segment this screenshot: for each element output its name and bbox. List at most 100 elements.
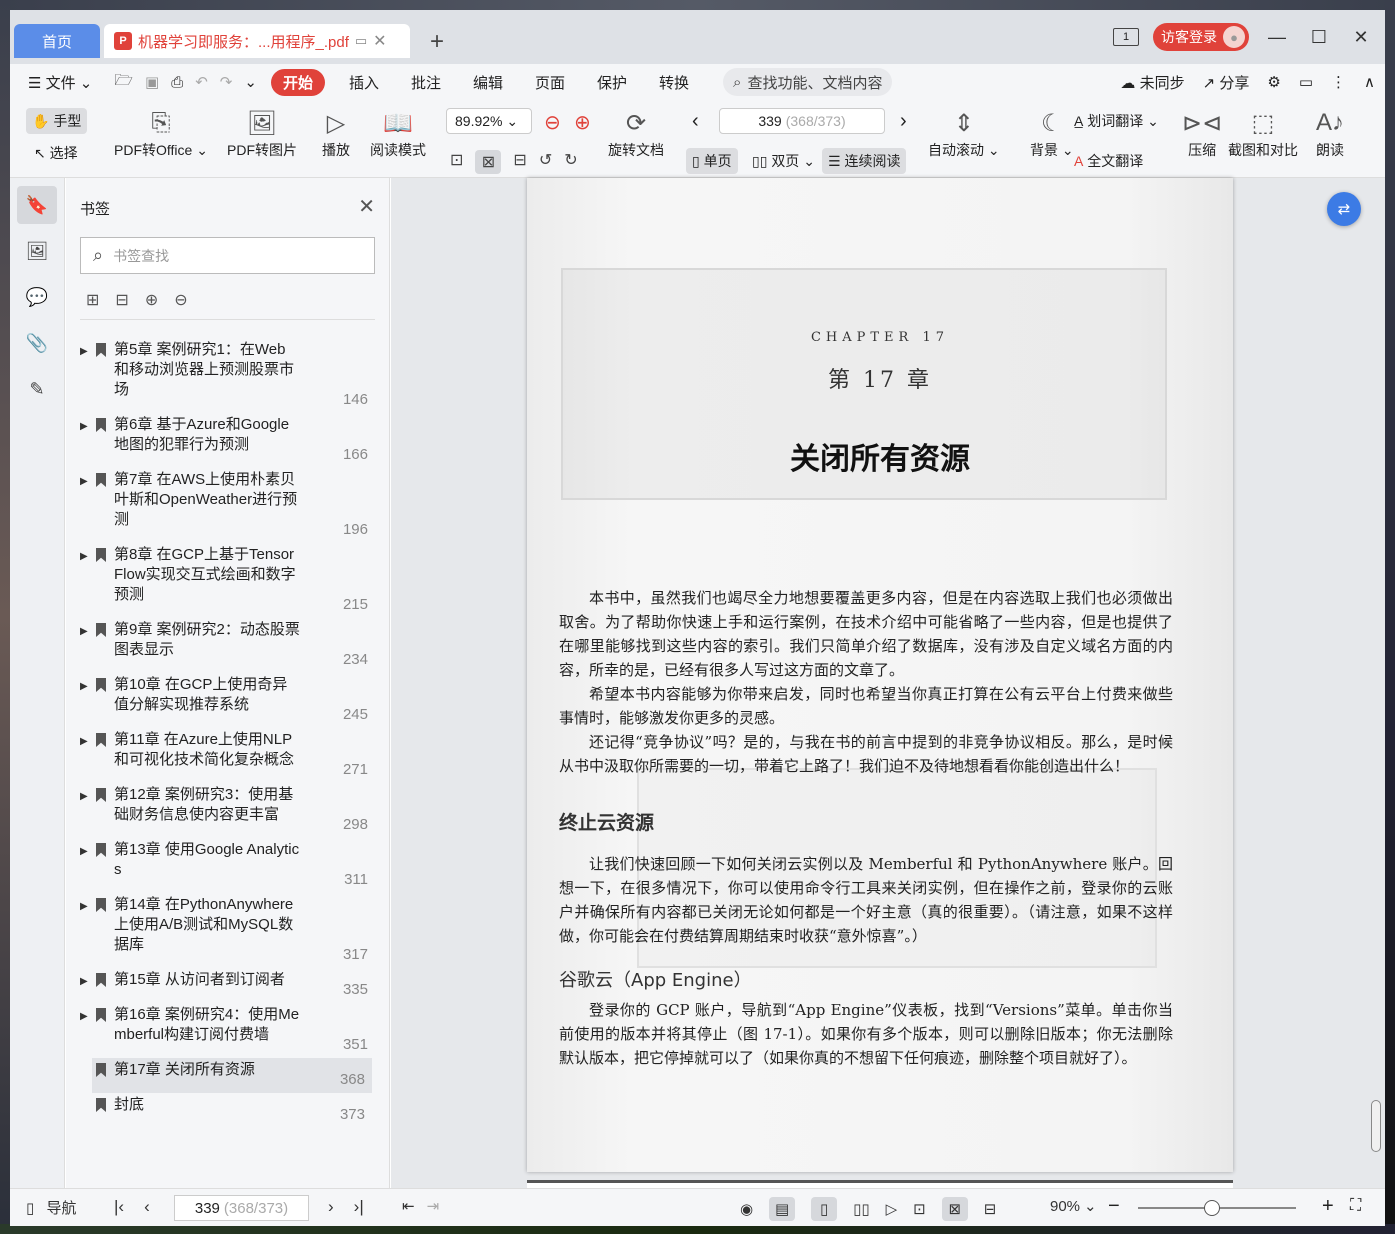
full-translate-button[interactable]: A 全文翻译 <box>1068 148 1149 174</box>
thumbnail-icon[interactable]: 🖼 <box>17 232 57 270</box>
expand-arrow-icon[interactable]: ▶ <box>80 342 92 409</box>
read-mode-button[interactable]: 📖 阅读模式 <box>370 106 426 160</box>
tab-home[interactable]: 首页 <box>14 24 100 58</box>
comment-icon[interactable]: ▭ <box>1299 73 1313 91</box>
signature-icon[interactable]: ✎ <box>17 370 57 408</box>
bookmark-icon[interactable]: 🔖 <box>17 186 57 224</box>
read-aloud-button[interactable]: A♪ 朗读 <box>1316 106 1344 160</box>
bookmark-item[interactable]: ▶ 第6章 基于Azure和Google地图的犯罪行为预测 166 <box>80 413 375 468</box>
zoom-out-icon[interactable]: − <box>1108 1195 1120 1218</box>
delete-bookmark-icon[interactable]: ⊖ <box>174 290 187 310</box>
navigation-toggle[interactable]: ▯ 导航 <box>26 1197 76 1218</box>
zoom-out-icon[interactable]: ⊖ <box>544 110 561 135</box>
document-scrollbar[interactable] <box>1369 178 1383 1188</box>
bookmark-item[interactable]: ▶ 第7章 在AWS上使用朴素贝叶斯和OpenWeather进行预测 196 <box>80 468 375 543</box>
attachment-icon[interactable]: 📎 <box>17 324 57 362</box>
settings-icon[interactable]: ⚙ <box>1267 73 1280 91</box>
word-translate-button[interactable]: A̲ 划词翻译 ⌄ <box>1068 108 1165 134</box>
menu-start[interactable]: 开始 <box>270 68 325 96</box>
menu-convert[interactable]: 转换 <box>643 72 705 93</box>
bookmark-item[interactable]: ▶ 第11章 在Azure上使用NLP和可视化技术简化复杂概念 271 <box>80 728 375 783</box>
zoom-in-icon[interactable]: + <box>1322 1195 1334 1218</box>
back-icon[interactable]: ⇤ <box>402 1197 415 1215</box>
expand-arrow-icon[interactable]: ▶ <box>80 972 92 999</box>
menu-edit[interactable]: 编辑 <box>457 72 519 93</box>
status-page-input[interactable]: 339 (368/373) <box>174 1195 309 1221</box>
bookmark-item[interactable]: ▶ 第8章 在GCP上基于TensorFlow实现交互式绘画和数字预测 215 <box>80 543 375 618</box>
close-tab-icon[interactable]: ✕ <box>373 31 386 51</box>
close-window-icon[interactable]: ✕ <box>1347 27 1375 48</box>
bookmark-item[interactable]: ▶ 第14章 在PythonAnywhere上使用A/B测试和MySQL数据库 31… <box>80 893 375 968</box>
actual-size-icon[interactable]: ⊡ <box>450 150 463 174</box>
bookmark-item[interactable]: 封底 373 <box>92 1093 372 1128</box>
double-page-button[interactable]: ▯▯ 双页 ⌄ <box>746 148 821 174</box>
maximize-icon[interactable]: ☐ <box>1305 27 1333 48</box>
zoom-slider-knob[interactable] <box>1204 1200 1220 1216</box>
bookmark-item[interactable]: ▶ 第12章 案例研究3：使用基础财务信息使内容更丰富 298 <box>80 783 375 838</box>
bookmark-item[interactable]: ▶ 第5章 案例研究1：在Web和移动浏览器上预测股票市场 146 <box>80 338 375 413</box>
share-button[interactable]: ↗ 分享 <box>1203 72 1250 93</box>
add-bookmark-icon[interactable]: ⊕ <box>145 290 158 310</box>
next-page-icon[interactable]: › <box>328 1197 334 1217</box>
fit-page-icon[interactable]: ⊠ <box>941 1197 968 1221</box>
document-viewer[interactable]: CHAPTER 17 第 17 章 关闭所有资源 本书中，虽然我们也竭尽全力地想… <box>391 178 1385 1190</box>
expand-arrow-icon[interactable]: ▶ <box>80 677 92 724</box>
open-icon[interactable]: 🗁 <box>108 70 139 95</box>
file-menu[interactable]: ☰ 文件 ⌄ <box>10 72 108 93</box>
minimize-icon[interactable]: — <box>1263 27 1291 48</box>
close-icon[interactable]: ✕ <box>358 194 375 219</box>
status-zoom-select[interactable]: 90% ⌄ <box>1050 1197 1097 1216</box>
auto-scroll-button[interactable]: ⇕ 自动滚动 ⌄ <box>928 106 1000 160</box>
fullscreen-icon[interactable]: ⛶ <box>1350 1197 1361 1215</box>
menu-page[interactable]: 页面 <box>519 72 581 93</box>
guest-login-button[interactable]: 访客登录 ● <box>1153 23 1249 51</box>
menu-annotate[interactable]: 批注 <box>395 72 457 93</box>
compress-button[interactable]: ⊳⊲ 压缩 <box>1182 106 1222 160</box>
page-count-icon[interactable]: 1 <box>1113 28 1139 46</box>
play-icon[interactable]: ▷ <box>886 1200 898 1218</box>
select-tool[interactable]: ↖ 选择 <box>28 140 84 166</box>
expand-arrow-icon[interactable]: ▶ <box>80 547 92 614</box>
collapse-all-icon[interactable]: ⊟ <box>115 290 128 310</box>
expand-arrow-icon[interactable]: ▶ <box>80 732 92 779</box>
page-view-icon[interactable]: ▯ <box>811 1197 838 1221</box>
redo-icon[interactable]: ↷ <box>214 73 239 91</box>
bookmark-item[interactable]: ▶ 第9章 案例研究2：动态股票图表显示 234 <box>80 618 375 673</box>
actual-size-icon[interactable]: ⊡ <box>913 1200 926 1218</box>
rotate-document-button[interactable]: ⟳ 旋转文档 <box>608 106 664 160</box>
fit-width-icon[interactable]: ⊟ <box>984 1200 997 1218</box>
expand-arrow-icon[interactable]: ▶ <box>80 842 92 889</box>
scroll-thumb[interactable] <box>1371 1100 1381 1152</box>
last-page-icon[interactable]: ›| <box>354 1197 364 1217</box>
continuous-read-button[interactable]: ☰ 连续阅读 <box>822 148 907 174</box>
expand-arrow-icon[interactable]: ▶ <box>80 897 92 964</box>
expand-arrow-icon[interactable]: ▶ <box>80 787 92 834</box>
zoom-select[interactable]: 89.92% ⌄ <box>446 108 532 134</box>
menu-protect[interactable]: 保护 <box>581 72 643 93</box>
expand-all-icon[interactable]: ⊞ <box>86 290 99 310</box>
bookmark-item[interactable]: ▶ 第15章 从访问者到订阅者 335 <box>80 968 375 1003</box>
bookmark-item[interactable]: ▶ 第10章 在GCP上使用奇异值分解实现推荐系统 245 <box>80 673 375 728</box>
dual-view-icon[interactable]: ▯▯ <box>853 1200 870 1218</box>
save-icon[interactable]: ▣ <box>139 73 165 91</box>
bookmark-item[interactable]: ▶ 第13章 使用Google Analytics 311 <box>80 838 375 893</box>
pdf-to-office-button[interactable]: ⎘ PDF转Office ⌄ <box>114 106 208 160</box>
forward-icon[interactable]: ⇥ <box>427 1197 440 1215</box>
page-input[interactable]: 339 (368/373) <box>719 108 885 134</box>
single-view-icon[interactable]: ▤ <box>769 1197 796 1221</box>
comment-panel-icon[interactable]: 💬 <box>17 278 57 316</box>
fit-width-icon[interactable]: ⊟ <box>513 150 526 174</box>
hand-tool[interactable]: ✋ 手型 <box>26 108 88 134</box>
screenshot-compare-button[interactable]: ⬚ 截图和对比 <box>1228 106 1298 160</box>
sync-status[interactable]: ☁ 未同步 <box>1120 72 1184 93</box>
expand-arrow-icon[interactable]: ▶ <box>80 417 92 464</box>
function-search[interactable]: ⌕ 查找功能、文档内容 <box>723 68 893 96</box>
bookmark-search-input[interactable]: ⌕ 书签查找 <box>80 237 375 274</box>
print-icon[interactable]: ⎙ <box>165 74 189 91</box>
rotate-left-icon[interactable]: ↺ <box>539 150 552 174</box>
more-options-icon[interactable]: ⋮ <box>1331 73 1346 91</box>
zoom-in-icon[interactable]: ⊕ <box>574 110 591 135</box>
rotate-right-icon[interactable]: ↻ <box>564 150 577 174</box>
single-page-button[interactable]: ▯ 单页 <box>686 148 738 174</box>
pdf-to-image-button[interactable]: 🖼 PDF转图片 <box>227 106 297 160</box>
